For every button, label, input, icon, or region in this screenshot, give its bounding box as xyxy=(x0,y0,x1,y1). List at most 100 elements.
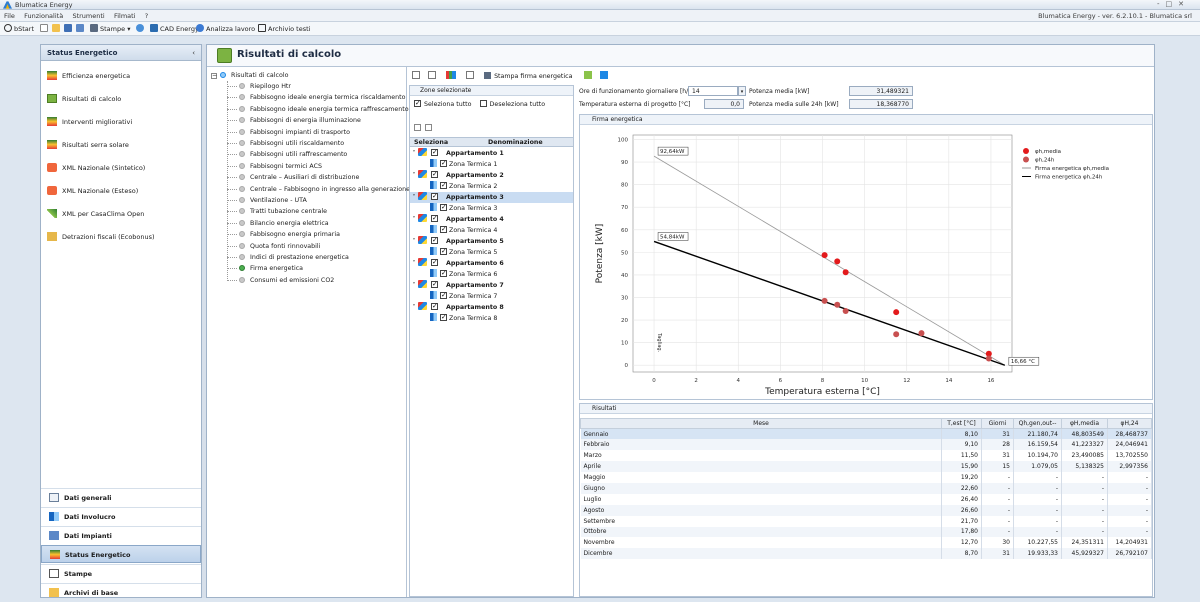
chevron-down-icon[interactable]: ˅ xyxy=(410,170,418,181)
zone-group-row[interactable]: ˅ Appartamento 3 xyxy=(410,191,573,203)
zone-checkbox[interactable] xyxy=(431,147,438,158)
save-as-button[interactable] xyxy=(76,24,86,34)
chevron-down-icon[interactable]: ˅ xyxy=(410,236,418,247)
chevron-down-icon[interactable]: ˅ xyxy=(410,148,418,159)
window-controls[interactable]: -□✕ xyxy=(1157,0,1190,8)
table-row[interactable]: Agosto 26,60- - - - xyxy=(580,504,1152,516)
chevron-down-icon[interactable]: ˅ xyxy=(410,214,418,225)
zone-checkbox[interactable] xyxy=(431,213,438,224)
zone-checkbox[interactable] xyxy=(431,169,438,180)
sidebar-item-serra[interactable]: Risultati serra solare xyxy=(47,139,129,151)
zone-group-row[interactable]: ˅ Appartamento 2 xyxy=(410,169,573,181)
tree-item[interactable]: Consumi ed emissioni CO2 xyxy=(239,275,334,286)
table-row[interactable]: Marzo 11,50 31 10.194,70 23,490085 13,702550 xyxy=(580,450,1152,462)
settings-button[interactable] xyxy=(136,24,146,34)
zone-checkbox[interactable] xyxy=(440,224,447,235)
tree-item[interactable]: Centrale – Fabbisogno in ingresso alla g… xyxy=(239,184,410,195)
print-signature-button[interactable]: Stampa firma energetica xyxy=(484,72,572,80)
zone-checkbox[interactable] xyxy=(431,235,438,246)
analyze-button[interactable]: Analizza lavoro xyxy=(196,24,255,34)
select-all-button[interactable]: Seleziona tutto xyxy=(414,98,472,108)
minimize-icon[interactable]: - xyxy=(1157,0,1166,8)
table-row[interactable]: Febbraio 9,10 28 16.159,54 41,223327 24,04694… xyxy=(580,439,1152,451)
deselect-all-button[interactable]: Deseleziona tutto xyxy=(479,100,545,108)
table-row[interactable]: Giugno 22,60- - - - xyxy=(580,482,1152,494)
new-file-button[interactable] xyxy=(40,24,50,34)
tree-item[interactable]: Fabbisogni utili raffrescamento xyxy=(239,149,347,160)
sidebar-item-casaclima[interactable]: XML per CasaClima Open xyxy=(47,208,144,220)
collapse-icon[interactable]: − xyxy=(211,73,217,79)
zone-group-row[interactable]: ˅ Appartamento 6 xyxy=(410,257,573,269)
zone-row[interactable]: Zona Termica 8 xyxy=(410,312,573,324)
collapse-all-icon[interactable] xyxy=(425,124,432,131)
nav-dati-generali[interactable]: Dati generali xyxy=(41,488,201,506)
tree-item[interactable]: Fabbisogni termici ACS xyxy=(239,161,322,172)
zone-checkbox[interactable] xyxy=(440,312,447,323)
table-row[interactable]: Maggio 19,20- - - - xyxy=(580,472,1152,483)
col-header[interactable]: Mese xyxy=(580,418,942,429)
print-menu-button[interactable]: Stampe ▾ xyxy=(90,24,130,34)
tree-item[interactable]: Fabbisogno energia primaria xyxy=(239,229,340,240)
zone-checkbox[interactable] xyxy=(440,180,447,191)
close-icon[interactable]: ✕ xyxy=(1178,0,1190,8)
sidebar-item-interventi[interactable]: Interventi migliorativi xyxy=(47,116,132,128)
version-link[interactable]: Blumatica Energy - ver. 6.2.10.1 - Bluma… xyxy=(1038,10,1192,22)
zone-group-row[interactable]: ˅ Appartamento 5 xyxy=(410,235,573,247)
tree-root[interactable]: − Risultati di calcolo xyxy=(211,70,288,81)
hours-dropdown[interactable]: 14 xyxy=(688,86,738,96)
nav-dati-impianti[interactable]: Dati Impianti xyxy=(41,526,201,544)
sidebar-item-xml-sintetico[interactable]: XML Nazionale (Sintetico) xyxy=(47,162,145,174)
expand-icon[interactable] xyxy=(412,71,420,79)
start-button[interactable]: bStart xyxy=(4,24,34,34)
window-icon[interactable] xyxy=(600,71,609,79)
menu-file[interactable]: File xyxy=(4,10,15,22)
table-row[interactable]: Settembre 21,70- - - - xyxy=(580,515,1152,527)
open-folder-button[interactable] xyxy=(52,24,62,34)
tree-item[interactable]: Ventilazione - UTA xyxy=(239,195,307,206)
col-header[interactable]: Giorni xyxy=(981,418,1014,429)
menu-filmati[interactable]: Filmati xyxy=(114,10,136,22)
zone-checkbox[interactable] xyxy=(431,191,438,202)
dropdown-arrow-icon[interactable]: ▾ xyxy=(738,86,746,96)
zone-group-row[interactable]: ˅ Appartamento 4 xyxy=(410,213,573,225)
nav-stampe[interactable]: Stampe xyxy=(41,564,201,582)
tree-item[interactable]: Riepilogo Htr xyxy=(239,81,291,92)
zone-checkbox[interactable] xyxy=(431,279,438,290)
zone-checkbox[interactable] xyxy=(440,268,447,279)
col-header[interactable]: Qh,gen,out-- xyxy=(1013,418,1062,429)
chevron-down-icon[interactable]: ˅ xyxy=(410,302,418,313)
zone-checkbox[interactable] xyxy=(440,158,447,169)
table-row[interactable]: Luglio 26,40- - - - xyxy=(580,493,1152,505)
tree-item[interactable]: Bilancio energia elettrica xyxy=(239,218,329,229)
archive-button[interactable]: Archivio testi xyxy=(258,24,310,34)
select-all-checkbox[interactable] xyxy=(414,98,421,108)
tree-item[interactable]: Quota fonti rinnovabili xyxy=(239,241,320,252)
tree-item[interactable]: Fabbisogni impianti di trasporto xyxy=(239,127,350,138)
table-row[interactable]: Ottobre 17,80- - - - xyxy=(580,526,1152,538)
col-header[interactable]: φH,media xyxy=(1061,418,1108,429)
menu-funzionalita[interactable]: Funzionalità xyxy=(24,10,63,22)
collapse-all-icon[interactable] xyxy=(428,71,437,79)
nav-archivi[interactable]: Archivi di base xyxy=(41,583,201,601)
nav-status-energetico[interactable]: Status Energetico xyxy=(41,545,201,563)
zone-checkbox[interactable] xyxy=(440,202,447,213)
zone-group-row[interactable]: ˅ Appartamento 1 xyxy=(410,147,573,159)
tree-item[interactable]: Centrale – Ausiliari di distribuzione xyxy=(239,172,359,183)
zone-checkbox[interactable] xyxy=(440,246,447,257)
table-row[interactable]: Aprile 15,90 15 1.079,05 5,138325 2,997356 xyxy=(580,461,1152,473)
expand-all-icon[interactable] xyxy=(414,124,421,131)
grid-icon[interactable] xyxy=(584,71,593,79)
zone-group-row[interactable]: ˅ Appartamento 8 xyxy=(410,301,573,313)
tree-item[interactable]: Fabbisogno ideale energia termica riscal… xyxy=(239,92,405,103)
deselect-all-checkbox[interactable] xyxy=(479,100,487,107)
table-row[interactable]: Gennaio 8,10 31 21.180,74 48,803549 28,468737 xyxy=(580,428,1152,440)
zone-checkbox[interactable] xyxy=(431,301,438,312)
chevron-down-icon[interactable]: ˅ xyxy=(410,280,418,291)
cad-energy-button[interactable]: CAD Energy xyxy=(150,24,199,34)
collapse-icon[interactable]: ‹ xyxy=(192,45,195,61)
tree-item[interactable]: Firma energetica xyxy=(239,263,303,274)
sidebar-item-xml-esteso[interactable]: XML Nazionale (Esteso) xyxy=(47,185,138,197)
menu-help[interactable]: ? xyxy=(145,10,148,22)
table-row[interactable]: Novembre 12,70 30 10.227,55 24,351311 14,2049… xyxy=(580,537,1152,549)
menu-strumenti[interactable]: Strumenti xyxy=(72,10,104,22)
